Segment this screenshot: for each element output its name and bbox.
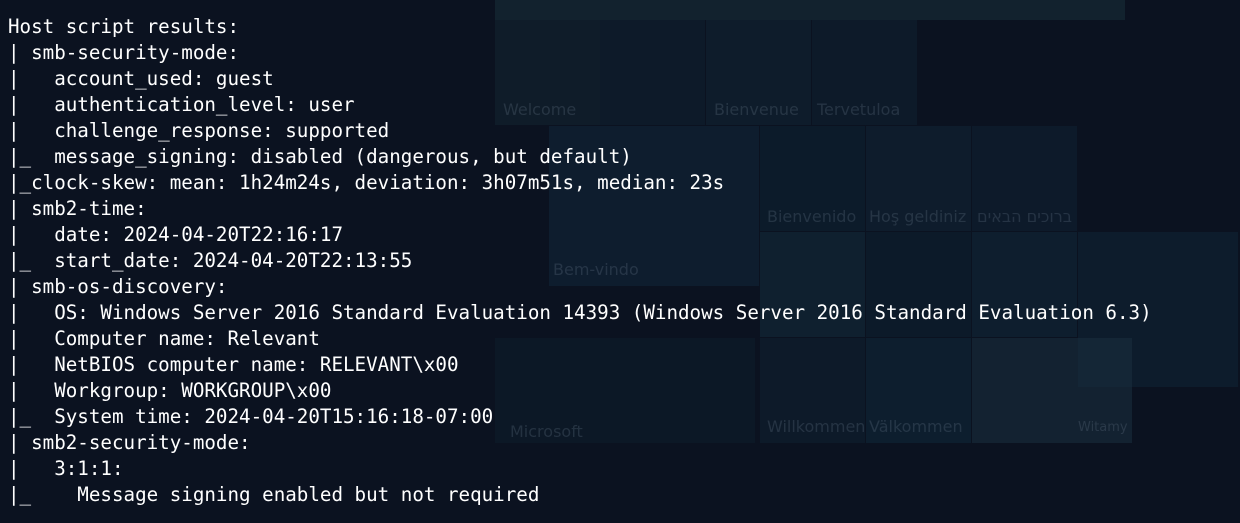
terminal-line: | Workgroup: WORKGROUP\x00 bbox=[8, 379, 332, 402]
terminal-line: | smb2-time: bbox=[8, 197, 147, 220]
terminal-line: | challenge_response: supported bbox=[8, 119, 390, 142]
terminal-line: | NetBIOS computer name: RELEVANT\x00 bbox=[8, 353, 459, 376]
terminal-line: | OS: Windows Server 2016 Standard Evalu… bbox=[8, 301, 1152, 324]
terminal-line: |_ start_date: 2024-04-20T22:13:55 bbox=[8, 249, 413, 272]
terminal-output: Host script results: | smb-security-mode… bbox=[8, 14, 1152, 508]
terminal-line: | authentication_level: user bbox=[8, 93, 355, 116]
terminal-line: |_ Message signing enabled but not requi… bbox=[8, 483, 540, 506]
terminal-line: | Computer name: Relevant bbox=[8, 327, 320, 350]
terminal-line: | account_used: guest bbox=[8, 67, 274, 90]
terminal-line: | date: 2024-04-20T22:16:17 bbox=[8, 223, 344, 246]
terminal-line: |_ System time: 2024-04-20T15:16:18-07:0… bbox=[8, 405, 494, 428]
terminal-line: |_clock-skew: mean: 1h24m24s, deviation:… bbox=[8, 171, 725, 194]
terminal-line: | smb2-security-mode: bbox=[8, 431, 251, 454]
terminal-line: |_ message_signing: disabled (dangerous,… bbox=[8, 145, 632, 168]
terminal-line: | 3:1:1: bbox=[8, 457, 124, 480]
terminal-line: Host script results: bbox=[8, 15, 240, 38]
terminal-line: | smb-os-discovery: bbox=[8, 275, 228, 298]
terminal-line: | smb-security-mode: bbox=[8, 41, 240, 64]
